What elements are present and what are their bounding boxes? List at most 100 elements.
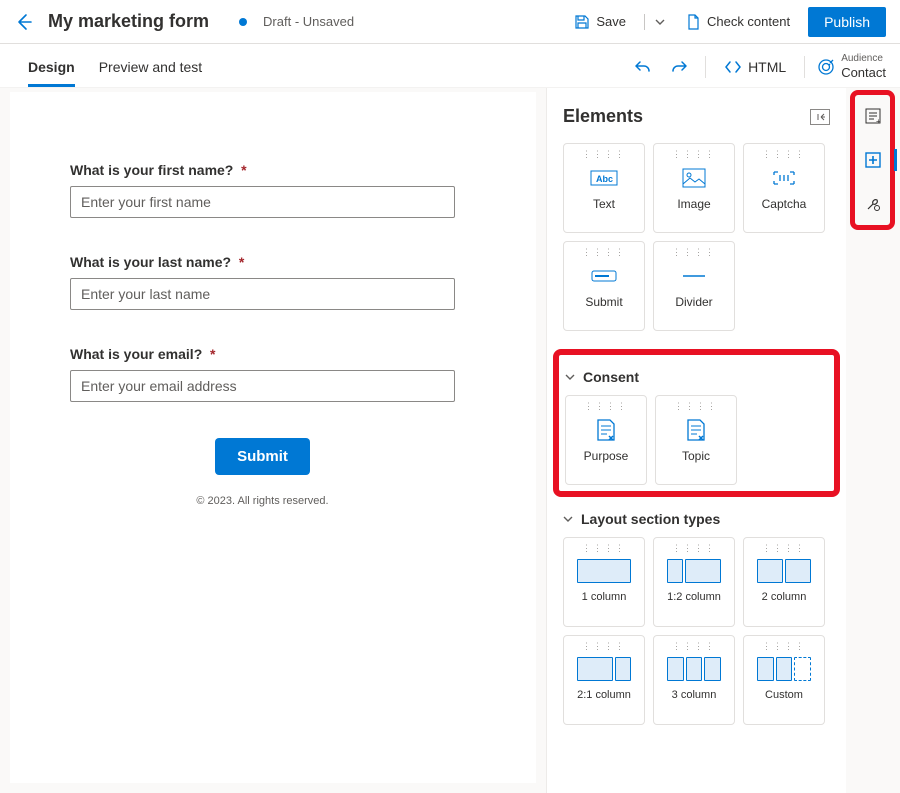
save-dropdown[interactable] — [655, 13, 667, 31]
text-input[interactable]: Enter your email address — [70, 370, 455, 402]
grip-icon: ⋮⋮⋮⋮ — [672, 248, 716, 257]
grip-icon: ⋮⋮⋮⋮ — [674, 402, 718, 411]
element-submit[interactable]: ⋮⋮⋮⋮ Submit — [563, 241, 645, 331]
element-label: Image — [677, 197, 710, 211]
grip-icon: ⋮⋮⋮⋮ — [762, 150, 806, 159]
html-button[interactable]: HTML — [718, 54, 792, 80]
grip-icon: ⋮⋮⋮⋮ — [762, 544, 806, 553]
svg-text:+: + — [876, 117, 881, 125]
rail-settings-button[interactable] — [858, 189, 888, 219]
save-button[interactable]: Save — [566, 9, 634, 35]
text-input[interactable]: Enter your first name — [70, 186, 455, 218]
element-purpose[interactable]: ⋮⋮⋮⋮ Purpose — [565, 395, 647, 485]
grip-icon: ⋮⋮⋮⋮ — [584, 402, 628, 411]
element-text[interactable]: ⋮⋮⋮⋮ Abc Text — [563, 143, 645, 233]
consent-highlight: Consent ⋮⋮⋮⋮ Purpose ⋮⋮⋮⋮ Topic — [553, 349, 840, 497]
rail-elements-button[interactable] — [858, 145, 888, 175]
arrow-left-icon — [14, 12, 34, 32]
text-input[interactable]: Enter your last name — [70, 278, 455, 310]
audience-text: Audience Contact — [841, 54, 886, 80]
field-label: What is your last name? * — [70, 254, 455, 270]
layout-2-column[interactable]: ⋮⋮⋮⋮ 2 column — [743, 537, 825, 627]
audience-caption: Audience — [841, 54, 886, 64]
form-canvas-inner[interactable]: What is your first name? * Enter your fi… — [10, 92, 536, 783]
element-label: Text — [593, 197, 615, 211]
element-label: Topic — [682, 449, 710, 463]
status-dot-icon — [239, 18, 247, 26]
undo-icon — [634, 58, 652, 76]
chevron-down-icon — [655, 17, 665, 27]
save-label: Save — [596, 14, 626, 29]
element-captcha[interactable]: ⋮⋮⋮⋮ Captcha — [743, 143, 825, 233]
form-field[interactable]: What is your last name? * Enter your las… — [70, 254, 455, 310]
element-image[interactable]: ⋮⋮⋮⋮ Image — [653, 143, 735, 233]
collapse-panel-button[interactable] — [810, 109, 830, 125]
layout-label: 2 column — [762, 591, 807, 603]
element-topic[interactable]: ⋮⋮⋮⋮ Topic — [655, 395, 737, 485]
layout-label: 1 column — [582, 591, 627, 603]
section-layout-header[interactable]: Layout section types — [563, 511, 830, 527]
element-divider[interactable]: ⋮⋮⋮⋮ Divider — [653, 241, 735, 331]
redo-button[interactable] — [665, 53, 693, 81]
tab-design[interactable]: Design — [28, 49, 75, 87]
element-label: Captcha — [762, 197, 807, 211]
image-icon — [682, 168, 706, 188]
elements-grid: ⋮⋮⋮⋮ Abc Text ⋮⋮⋮⋮ Image ⋮⋮⋮⋮ Captcha ⋮⋮… — [563, 143, 830, 331]
back-button[interactable] — [10, 8, 38, 36]
top-bar: My marketing form Draft - Unsaved Save C… — [0, 0, 900, 44]
redo-icon — [670, 58, 688, 76]
rail-form-fields-button[interactable]: + — [858, 101, 888, 131]
status-text: Draft - Unsaved — [263, 14, 354, 29]
collapse-icon — [814, 112, 826, 122]
form-field[interactable]: What is your first name? * Enter your fi… — [70, 162, 455, 218]
svg-text:Abc: Abc — [596, 174, 613, 184]
workspace: What is your first name? * Enter your fi… — [0, 88, 900, 793]
grip-icon: ⋮⋮⋮⋮ — [582, 642, 626, 651]
section-consent-header[interactable]: Consent — [565, 369, 828, 385]
layout-2-1-column[interactable]: ⋮⋮⋮⋮ 2:1 column — [563, 635, 645, 725]
wrench-icon — [864, 195, 882, 213]
target-icon — [817, 58, 835, 76]
form-submit-button[interactable]: Submit — [215, 438, 310, 475]
rail-highlight: + — [850, 90, 895, 230]
divider — [804, 56, 805, 78]
code-icon — [724, 58, 742, 76]
section-label: Consent — [583, 369, 639, 385]
button-icon — [591, 268, 617, 284]
publish-button[interactable]: Publish — [808, 7, 886, 37]
layout-1-2-column[interactable]: ⋮⋮⋮⋮ 1:2 column — [653, 537, 735, 627]
audience-selector[interactable]: Audience Contact — [817, 54, 886, 80]
form-field[interactable]: What is your email? * Enter your email a… — [70, 346, 455, 402]
grip-icon: ⋮⋮⋮⋮ — [672, 150, 716, 159]
layout-1-column[interactable]: ⋮⋮⋮⋮ 1 column — [563, 537, 645, 627]
grip-icon: ⋮⋮⋮⋮ — [582, 150, 626, 159]
layout-3-column[interactable]: ⋮⋮⋮⋮ 3 column — [653, 635, 735, 725]
grip-icon: ⋮⋮⋮⋮ — [672, 544, 716, 553]
element-label: Submit — [585, 295, 622, 309]
right-rail: + — [846, 88, 900, 793]
chevron-down-icon — [565, 372, 575, 382]
section-label: Layout section types — [581, 511, 720, 527]
copyright-text: © 2023. All rights reserved. — [70, 495, 455, 507]
tab-preview[interactable]: Preview and test — [99, 49, 203, 87]
audience-value: Contact — [841, 65, 886, 80]
grip-icon: ⋮⋮⋮⋮ — [762, 642, 806, 651]
check-content-button[interactable]: Check content — [677, 9, 798, 35]
chevron-down-icon — [563, 514, 573, 524]
consent-form-icon — [595, 418, 617, 442]
text-icon: Abc — [590, 168, 618, 188]
layout-label: 1:2 column — [667, 591, 721, 603]
captcha-icon — [771, 168, 797, 188]
consent-form-icon — [685, 418, 707, 442]
grip-icon: ⋮⋮⋮⋮ — [672, 642, 716, 651]
layout-custom[interactable]: ⋮⋮⋮⋮ Custom — [743, 635, 825, 725]
page-title: My marketing form — [48, 11, 209, 32]
undo-button[interactable] — [629, 53, 657, 81]
layout-label: 2:1 column — [577, 689, 631, 701]
grip-icon: ⋮⋮⋮⋮ — [582, 248, 626, 257]
layouts-grid: ⋮⋮⋮⋮ 1 column ⋮⋮⋮⋮ 1:2 column ⋮⋮⋮⋮ 2 col… — [563, 537, 830, 725]
html-label: HTML — [748, 59, 786, 75]
check-label: Check content — [707, 14, 790, 29]
tabs-row: Design Preview and test HTML Audience Co… — [0, 44, 900, 88]
form-fields-icon: + — [864, 107, 882, 125]
